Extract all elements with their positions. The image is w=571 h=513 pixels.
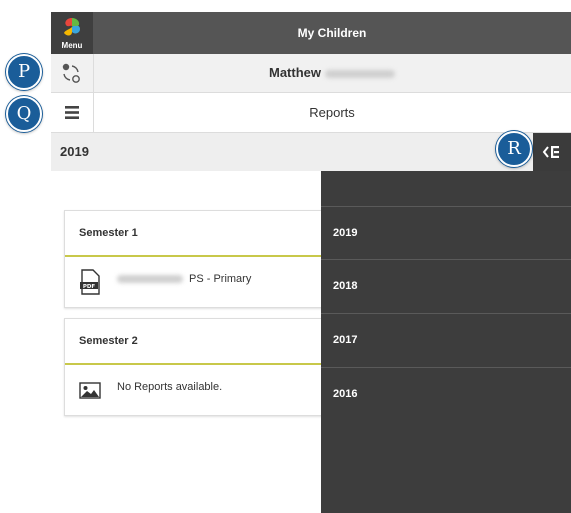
child-first-name: Matthew bbox=[269, 65, 321, 80]
app-logo-icon bbox=[64, 18, 80, 36]
page-title: My Children bbox=[297, 26, 367, 40]
report-label: PS - Primary bbox=[189, 273, 252, 285]
menu-label: Menu bbox=[61, 41, 83, 50]
svg-text:PDF: PDF bbox=[83, 284, 96, 290]
report-text: No Reports available. bbox=[117, 381, 223, 393]
report-text: PS - Primary bbox=[117, 257, 251, 301]
year-option[interactable]: 2017 bbox=[321, 313, 571, 365]
year-header: 2019 bbox=[51, 133, 571, 171]
semester-card: Semester 1 PDF PS - Primary bbox=[64, 210, 346, 308]
callout-badge: R bbox=[496, 131, 532, 167]
pdf-icon: PDF bbox=[80, 269, 100, 295]
image-icon bbox=[79, 382, 101, 399]
panel-toggle-icon bbox=[542, 146, 559, 158]
report-item: No Reports available. bbox=[65, 365, 345, 415]
callout-badge: P bbox=[6, 54, 42, 90]
app-window: Menu My Children Matthew Reports 2019 Se… bbox=[51, 12, 571, 513]
panel-toggle-button[interactable] bbox=[533, 133, 571, 171]
section-row: Reports bbox=[51, 93, 571, 133]
year-selector-panel: 2019 2018 2017 2016 bbox=[321, 171, 571, 513]
menu-button[interactable]: Menu bbox=[51, 12, 93, 54]
redacted-surname bbox=[325, 69, 395, 78]
child-name: Matthew bbox=[93, 54, 571, 92]
year-option[interactable]: 2018 bbox=[321, 259, 571, 311]
callout-badge: Q bbox=[6, 96, 42, 132]
year-option[interactable]: 2019 bbox=[321, 206, 571, 258]
selected-year: 2019 bbox=[60, 144, 89, 159]
hamburger-icon[interactable] bbox=[51, 93, 94, 132]
child-selector-row[interactable]: Matthew bbox=[51, 54, 571, 93]
top-bar: Menu My Children bbox=[51, 12, 571, 54]
redacted-school-name bbox=[117, 275, 183, 284]
year-option[interactable]: 2016 bbox=[321, 367, 571, 419]
switch-child-icon[interactable] bbox=[51, 54, 94, 92]
semester-card: Semester 2 No Reports available. bbox=[64, 318, 346, 416]
report-item[interactable]: PDF PS - Primary bbox=[65, 257, 345, 307]
semester-title: Semester 1 bbox=[65, 211, 345, 257]
semester-title: Semester 2 bbox=[65, 319, 345, 365]
section-label: Reports bbox=[309, 105, 355, 120]
